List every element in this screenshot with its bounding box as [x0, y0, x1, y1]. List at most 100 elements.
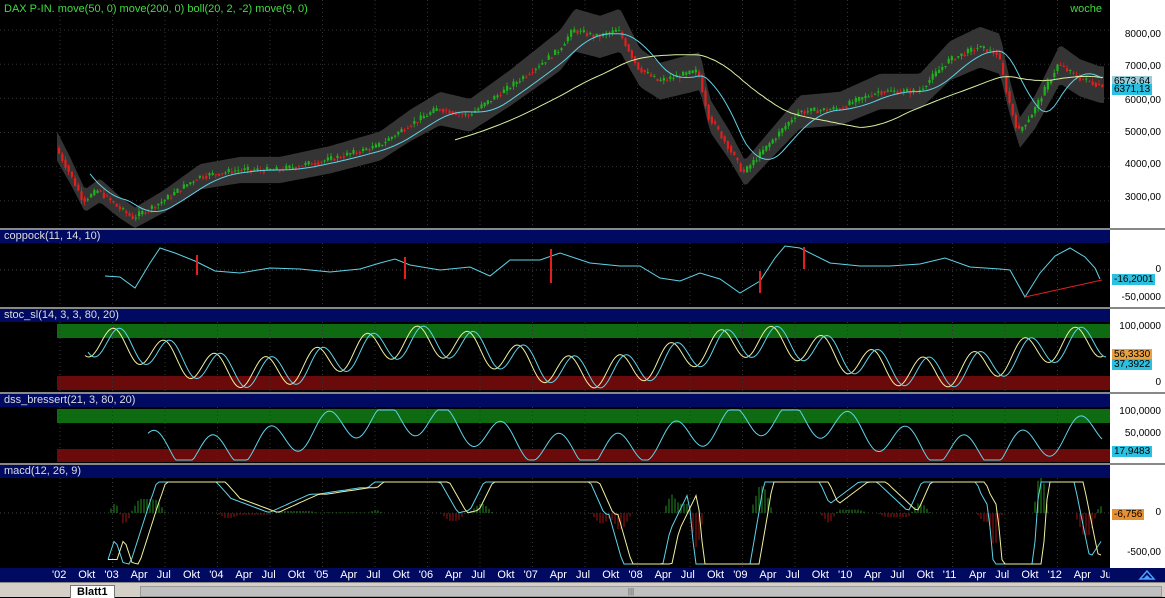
- candle-body: [448, 110, 451, 114]
- candle-body: [176, 188, 179, 193]
- candle-body: [99, 190, 102, 192]
- dss-title-text: dss_bressert(21, 3, 80, 20): [4, 394, 136, 406]
- price-title: DAX P-IN. move(50, 0) move(200, 0) boll(…: [0, 3, 1110, 16]
- candle-body: [381, 144, 384, 146]
- candle-body: [58, 147, 61, 154]
- stoc-tick: 0: [1155, 377, 1161, 388]
- candle-body: [838, 108, 841, 110]
- time-axis-label: Okt: [811, 569, 829, 581]
- candle-body: [582, 30, 585, 33]
- time-axis-label: Okt: [707, 569, 725, 581]
- candle-body: [1066, 68, 1069, 72]
- candle-body: [973, 50, 976, 52]
- candle-body: [397, 131, 400, 135]
- candle-body: [790, 120, 793, 123]
- candle-body: [61, 153, 64, 161]
- candle-body: [851, 102, 854, 104]
- candle-body: [762, 149, 765, 155]
- candle-body: [662, 77, 665, 81]
- stoc-chart[interactable]: [0, 322, 1110, 392]
- macd-tick: 0: [1155, 507, 1161, 518]
- chart-tool-icon[interactable]: [1110, 568, 1165, 582]
- candle-body: [864, 95, 867, 99]
- candle-body: [771, 139, 774, 144]
- dss-axis: 100,0000 50,0000 17,9483: [1110, 394, 1165, 463]
- candle-body: [598, 36, 601, 38]
- candle-body: [714, 121, 717, 124]
- candle-body: [691, 70, 694, 74]
- candle-body: [406, 127, 409, 129]
- candle-body: [502, 89, 505, 93]
- candle-body: [1059, 64, 1062, 66]
- candle-body: [154, 206, 157, 209]
- sheet-tab-blatt1[interactable]: Blatt1: [70, 585, 115, 598]
- coppock-title-text: coppock(11, 14, 10): [4, 230, 101, 242]
- dss-panel[interactable]: [0, 407, 1110, 463]
- candle-body: [477, 108, 480, 111]
- candle-body: [893, 90, 896, 92]
- macd-chart[interactable]: [0, 478, 1110, 568]
- price-panel[interactable]: [0, 0, 1110, 228]
- candle-body: [416, 121, 419, 123]
- price-tick: 5000,00: [1124, 127, 1161, 138]
- dss-chart[interactable]: [0, 407, 1110, 463]
- candle-body: [624, 38, 627, 47]
- candle-body: [1091, 81, 1094, 85]
- candle-body: [83, 197, 86, 202]
- time-axis-label: Jul: [261, 569, 276, 581]
- candle-body: [211, 172, 214, 175]
- candle-body: [723, 136, 726, 142]
- candle-body: [490, 101, 493, 103]
- candle-body: [944, 66, 947, 68]
- candle-body: [170, 197, 173, 199]
- price-chart[interactable]: [0, 0, 1110, 228]
- candle-body: [368, 149, 371, 151]
- macd-panel[interactable]: [0, 478, 1110, 568]
- time-axis-label: '02: [52, 569, 67, 581]
- candle-body: [698, 71, 701, 76]
- candle-body: [336, 155, 339, 158]
- candle-body: [237, 170, 240, 172]
- scroll-thumb[interactable]: |||: [621, 587, 641, 596]
- candle-body: [989, 49, 992, 51]
- coppock-chart[interactable]: [0, 243, 1110, 307]
- time-axis-label: '11: [942, 569, 957, 581]
- candle-body: [90, 194, 93, 198]
- candle-body: [429, 112, 432, 115]
- candle-body: [506, 85, 509, 91]
- candle-body: [592, 34, 595, 38]
- candle-body: [70, 171, 73, 177]
- candle-body: [883, 91, 886, 94]
- time-axis-label: Apr: [654, 569, 672, 581]
- candle-body: [141, 211, 144, 215]
- candle-body: [467, 114, 470, 116]
- candle-body: [138, 211, 141, 217]
- candle-body: [173, 192, 176, 196]
- candle-body: [157, 203, 160, 206]
- coppock-panel[interactable]: [0, 243, 1110, 307]
- candle-body: [614, 29, 617, 32]
- candle-body: [835, 108, 838, 110]
- candle-body: [800, 110, 803, 112]
- candle-body: [96, 190, 99, 193]
- candle-body: [666, 79, 669, 81]
- candle-body: [653, 76, 656, 78]
- candle-body: [486, 100, 489, 104]
- candle-body: [224, 172, 227, 174]
- horizontal-scrollbar[interactable]: |||: [140, 586, 1162, 597]
- candle-body: [870, 95, 873, 97]
- stoc-panel[interactable]: [0, 322, 1110, 392]
- candle-body: [669, 76, 672, 79]
- time-axis-label: '10: [838, 569, 853, 581]
- candle-body: [813, 107, 816, 111]
- candle-body: [528, 74, 531, 76]
- candle-body: [333, 158, 336, 161]
- candle-body: [672, 77, 675, 79]
- candle-body: [298, 166, 301, 168]
- macd-title-text: macd(12, 26, 9): [4, 465, 82, 477]
- price-last-label: 6371,13: [1112, 84, 1153, 95]
- time-axis-label: Apr: [759, 569, 777, 581]
- time-axis-label: Apr: [340, 569, 358, 581]
- axis-corner[interactable]: [1110, 568, 1165, 582]
- price-tick: 6000,00: [1124, 95, 1161, 106]
